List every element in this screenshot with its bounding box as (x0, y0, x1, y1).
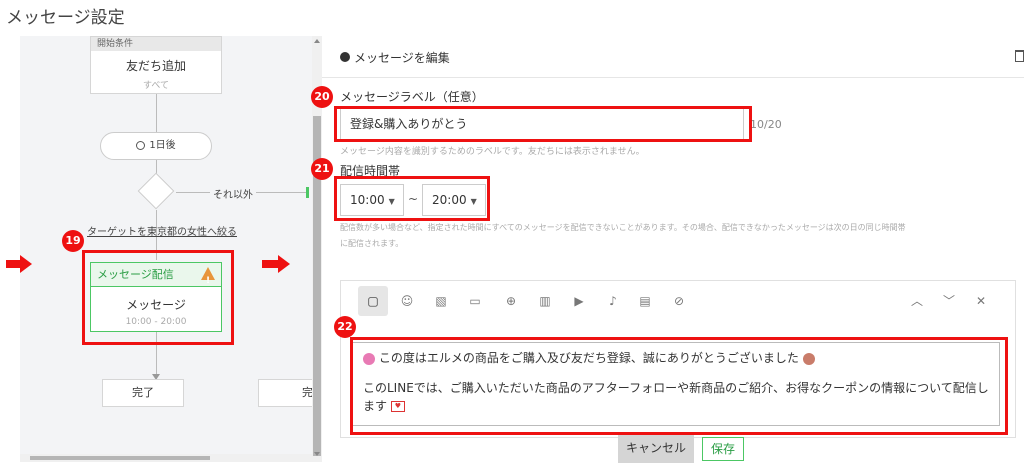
trash-icon[interactable] (1015, 50, 1024, 62)
highlight-21 (334, 176, 490, 221)
compass-icon[interactable]: ⊘ (670, 292, 688, 310)
branch-diamond[interactable] (137, 172, 175, 210)
editor-toolbar: ▢ ☺ ▧ ▭ ⊕ ▥ ▶ ♪ ▤ ⊘ ︿ ﹀ ✕ (340, 284, 1016, 318)
scroll-thumb[interactable] (30, 456, 210, 460)
label-counter: 10/20 (750, 118, 782, 131)
badge-22: 22 (334, 316, 356, 338)
label-field-title: メッセージラベル（任意） (340, 90, 484, 104)
start-node-sub: すべて (142, 81, 169, 91)
carousel-icon[interactable]: ▥ (536, 292, 554, 310)
chevron-up-icon[interactable]: ︿ (908, 292, 926, 310)
cancel-button[interactable]: キャンセル (618, 435, 694, 463)
badge-19: 19 (62, 230, 84, 252)
highlight-20 (334, 106, 752, 142)
close-icon[interactable]: ✕ (972, 292, 990, 310)
start-node-header: 開始条件 (91, 37, 221, 51)
microphone-icon[interactable]: ♪ (604, 292, 622, 310)
badge-20: 20 (311, 86, 333, 108)
target-link[interactable]: ターゲットを東京都の女性へ絞る (87, 223, 237, 238)
connector (156, 94, 157, 134)
question-icon[interactable]: ⊕ (502, 292, 520, 310)
image-icon[interactable]: ▧ (432, 292, 450, 310)
time-note-line1: 配信数が多い場合など、指定された時間にすべてのメッセージを配信できないことがあり… (340, 223, 906, 232)
card-icon[interactable]: ▭ (466, 292, 484, 310)
start-node[interactable]: 開始条件 友だち追加 すべて (90, 36, 222, 94)
horizontal-scrollbar[interactable] (20, 454, 312, 462)
smiley-icon[interactable]: ☺ (398, 292, 416, 310)
scroll-up-icon[interactable] (314, 39, 320, 43)
highlight-22 (350, 337, 1008, 435)
scroll-down-icon[interactable] (314, 452, 320, 456)
chevron-down-icon[interactable]: ﹀ (940, 292, 958, 310)
end-node-label: 完 (302, 386, 312, 399)
wait-pill[interactable]: 1日後 (100, 132, 212, 160)
arrow-left-tail (6, 260, 20, 268)
start-node-title: 友だち追加 (125, 59, 186, 73)
clock-icon (136, 140, 146, 150)
speech-bubble-icon[interactable]: ▢ (364, 292, 382, 310)
page-title: メッセージ設定 (6, 8, 125, 28)
label-hint: メッセージ内容を識別するためのラベルです。友だちには表示されません。 (340, 147, 645, 157)
badge-21: 21 (311, 158, 333, 180)
time-note-line2: に配信されます。 (340, 239, 404, 248)
video-icon[interactable]: ▶ (570, 292, 588, 310)
else-label: それ以外 (210, 186, 256, 201)
arrow-right-icon (278, 255, 290, 273)
highlight-19 (82, 250, 234, 345)
editor-header: メッセージを編集 (322, 36, 1024, 78)
flow-panel: 開始条件 友だち追加 すべて 1日後 それ以外 ターゲットを東京都の女性へ絞る … (20, 36, 312, 462)
wait-label: 1日後 (149, 140, 176, 151)
editor-header-label: メッセージを編集 (354, 51, 450, 65)
end-node[interactable]: 完了 (102, 379, 184, 407)
end-node[interactable]: 完 (258, 379, 312, 407)
arrow-right-icon (20, 255, 32, 273)
branch-end-marker (306, 187, 309, 198)
play-circle-icon (340, 52, 350, 62)
save-button[interactable]: 保存 (702, 437, 744, 461)
end-node-label: 完了 (132, 386, 154, 399)
clipboard-icon[interactable]: ▤ (636, 292, 654, 310)
arrow-mid-tail (262, 260, 278, 268)
